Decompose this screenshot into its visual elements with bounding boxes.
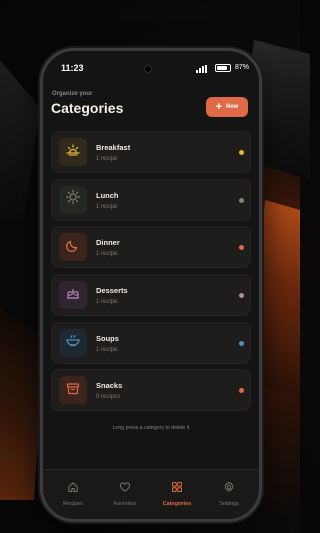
plus-icon: + (215, 100, 223, 113)
background-lava-rock (0, 300, 45, 500)
category-name: Lunch (96, 190, 119, 200)
signal-icon (196, 65, 207, 73)
tab-favorites[interactable]: Favorites (103, 480, 148, 519)
tab-label: Recipes (63, 501, 83, 507)
category-name: Breakfast (96, 143, 131, 152)
category-color-dot (239, 150, 244, 155)
battery-icon (215, 64, 231, 72)
status-bar: 11:23 87% (43, 63, 259, 77)
category-recipe-count: 1 recipe (96, 203, 118, 210)
category-card-lunch[interactable]: Lunch 1 recipe (51, 178, 251, 221)
cake-icon (65, 285, 81, 306)
category-card-desserts[interactable]: Desserts 1 recipe (51, 274, 251, 317)
page-subtitle: Organize your (52, 91, 93, 97)
tab-settings[interactable]: Settings (207, 480, 252, 519)
app-screen: 11:23 87% Organize your Categories + New… (43, 51, 259, 519)
status-time: 11:23 (61, 63, 84, 73)
tab-label: Favorites (113, 501, 137, 507)
camera-notch (144, 65, 152, 73)
category-card-snacks[interactable]: Snacks 0 recipes (51, 369, 251, 412)
category-recipe-count: 0 recipes (96, 394, 121, 401)
moon-icon (65, 237, 81, 258)
category-recipe-count: 1 recipe (96, 346, 118, 353)
category-icon-tile (59, 185, 87, 214)
tab-recipes[interactable]: Recipes (51, 480, 96, 519)
grid-icon (171, 480, 183, 498)
home-icon (67, 480, 79, 498)
battery-percent: 87% (234, 64, 249, 71)
phone-frame: 11:23 87% Organize your Categories + New… (40, 48, 262, 522)
category-color-dot (239, 388, 244, 394)
background-rock (0, 60, 40, 220)
new-category-button[interactable]: + New (206, 97, 248, 117)
sunrise-icon (65, 142, 81, 163)
category-icon-tile (59, 328, 87, 357)
category-recipe-count: 1 recipe (96, 299, 118, 306)
category-icon-tile (59, 138, 87, 166)
tab-label: Settings (219, 501, 239, 507)
category-card-breakfast[interactable]: Breakfast 1 recipe (51, 131, 251, 173)
tab-label: Categories (162, 501, 192, 507)
category-card-soups[interactable]: Soups 1 recipe (51, 321, 251, 364)
heart-icon (119, 480, 131, 498)
category-icon-tile (59, 376, 87, 405)
category-color-dot (239, 245, 244, 251)
category-list: Breakfast 1 recipe Lunch 1 recipe Dinner 1 re… (51, 131, 251, 417)
snack-box-icon (65, 380, 81, 401)
sun-icon (65, 189, 81, 210)
tab-categories[interactable]: Categories (155, 480, 200, 519)
category-color-dot (239, 197, 244, 203)
category-icon-tile (59, 281, 87, 310)
category-name: Dinner (96, 238, 120, 248)
category-color-dot (239, 293, 244, 299)
category-color-dot (239, 340, 244, 346)
category-recipe-count: 1 recipe (96, 156, 118, 162)
soup-bowl-icon (65, 332, 81, 353)
category-name: Snacks (96, 381, 123, 391)
category-name: Desserts (96, 286, 128, 296)
category-icon-tile (59, 233, 87, 262)
category-card-dinner[interactable]: Dinner 1 recipe (51, 226, 251, 269)
gear-icon (223, 480, 235, 498)
delete-hint: Long press a category to delete it (112, 425, 190, 431)
new-button-label: New (226, 104, 239, 110)
page-title: Categories (51, 100, 124, 116)
tab-bar: Recipes Favorites Categories Settings (43, 469, 259, 519)
category-name: Soups (96, 333, 119, 343)
category-recipe-count: 1 recipe (96, 251, 118, 258)
